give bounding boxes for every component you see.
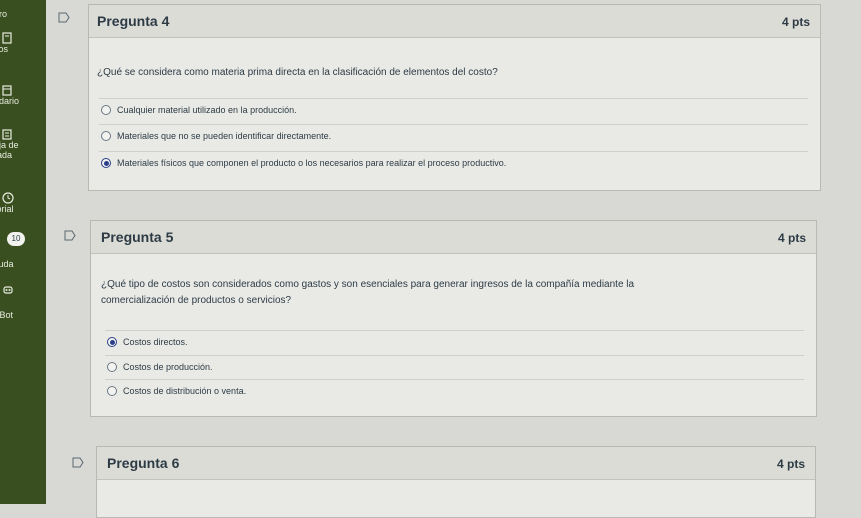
nav-item-calendar[interactable]: ndario (0, 84, 46, 106)
global-navigation: ero sos ndario eja de rada torial 10 yud… (0, 0, 46, 504)
question-5-text-line1: ¿Qué tipo de costos son considerados com… (101, 279, 635, 290)
nav-label-history: torial (0, 204, 14, 214)
question-4-answer-1-label: Cualquier material utilizado en la produ… (117, 105, 297, 115)
question-4-text: ¿Qué se considera como materia prima dir… (97, 67, 498, 78)
question-5-answer-2[interactable]: Costos de producción. (105, 355, 804, 378)
question-5-answer-1-radio[interactable] (107, 337, 117, 347)
nav-label-bot: TBot (0, 310, 14, 320)
question-5-answer-1-label: Costos directos. (123, 337, 188, 347)
question-4-answer-3-label: Materiales físicos que componen el produ… (117, 158, 507, 168)
nav-label-calendar: ndario (0, 96, 20, 106)
question-4-header: Pregunta 4 4 pts (89, 5, 820, 38)
notification-badge: 10 (7, 232, 25, 246)
question-6-title: Pregunta 6 (107, 455, 180, 471)
question-6-points: 4 pts (776, 457, 805, 471)
nav-label-dashboard: ero (0, 9, 8, 19)
robot-icon (3, 286, 13, 294)
question-4-answer-2-label: Materiales que no se pueden identificar … (117, 131, 332, 141)
flag-question-5-icon[interactable] (64, 230, 76, 241)
question-6-card: Pregunta 6 4 pts (96, 446, 816, 518)
question-5-points: 4 pts (777, 231, 806, 245)
question-5-answer-3-radio[interactable] (107, 386, 117, 396)
flag-question-6-icon[interactable] (72, 457, 84, 468)
question-5-answer-2-radio[interactable] (107, 362, 117, 372)
clock-icon (2, 192, 14, 204)
flag-question-4-icon[interactable] (58, 12, 70, 23)
question-5-answer-1[interactable]: Costos directos. (105, 330, 804, 353)
nav-label-inbox-line2: rada (0, 150, 13, 160)
calendar-icon (2, 85, 12, 96)
question-5-answer-3-label: Costos de distribución o venta. (123, 386, 247, 396)
question-4-answer-3[interactable]: Materiales físicos que componen el produ… (99, 151, 808, 174)
question-4-title: Pregunta 4 (97, 13, 170, 29)
question-6-header: Pregunta 6 4 pts (97, 447, 815, 480)
question-5-answer-3[interactable]: Costos de distribución o venta. (105, 379, 804, 402)
question-5-answer-2-label: Costos de producción. (123, 362, 213, 372)
question-4-card: Pregunta 4 4 pts ¿Qué se considera como … (88, 4, 821, 191)
question-5-card: Pregunta 5 4 pts ¿Qué tipo de costos son… (90, 220, 817, 417)
nav-item-dashboard[interactable]: ero (0, 9, 46, 19)
question-4-answer-3-radio[interactable] (101, 158, 111, 168)
question-4-answer-2[interactable]: Materiales que no se pueden identificar … (99, 124, 808, 147)
nav-item-courses[interactable]: sos (0, 32, 46, 54)
question-4-points: 4 pts (781, 15, 810, 29)
inbox-icon (2, 129, 12, 140)
question-4-answer-1-radio[interactable] (101, 105, 111, 115)
nav-item-bot[interactable]: TBot (0, 284, 46, 320)
question-5-title: Pregunta 5 (101, 229, 174, 245)
nav-label-inbox-line1: eja de (0, 140, 19, 150)
question-5-header: Pregunta 5 4 pts (91, 221, 816, 254)
nav-label-courses: sos (0, 44, 9, 54)
nav-item-help[interactable]: yuda (0, 259, 46, 269)
nav-label-help: yuda (0, 259, 14, 269)
nav-item-history[interactable]: torial (0, 192, 46, 214)
question-5-text-line2: comercialización de productos o servicio… (101, 295, 292, 306)
book-icon (2, 32, 12, 44)
question-4-answer-1[interactable]: Cualquier material utilizado en la produ… (99, 98, 808, 121)
quiz-content: Pregunta 4 4 pts ¿Qué se considera como … (46, 0, 861, 518)
nav-item-inbox[interactable]: eja de rada (0, 128, 46, 160)
question-4-answer-2-radio[interactable] (101, 131, 111, 141)
